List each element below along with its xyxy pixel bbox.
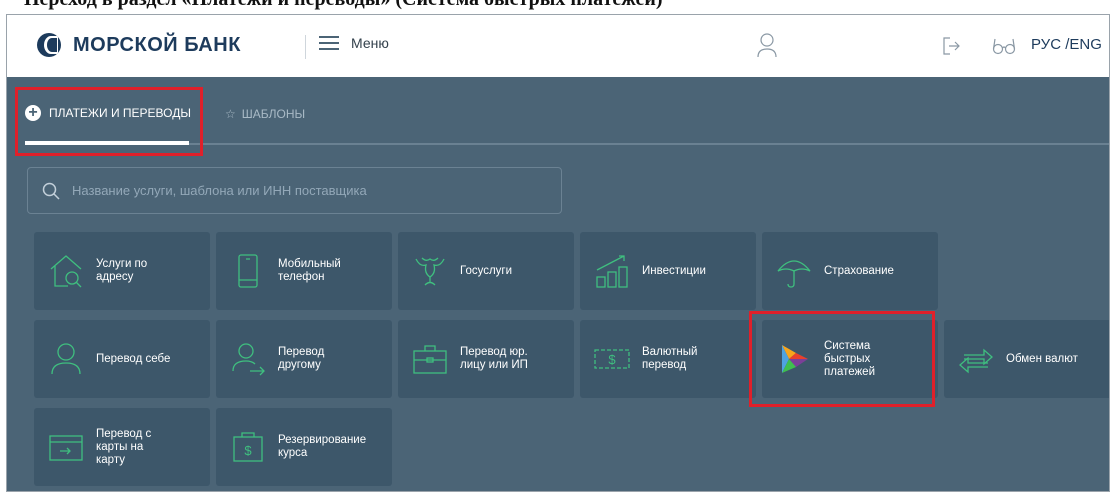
svg-text:$: $ <box>244 443 252 458</box>
language-switch[interactable]: РУС /ENG <box>1031 36 1102 53</box>
tab-payments-transfers[interactable]: + ПЛАТЕЖИ И ПЕРЕВОДЫ <box>25 105 191 121</box>
search-icon <box>42 182 60 200</box>
active-tab-indicator <box>25 141 189 145</box>
service-tile-sbp[interactable]: Система быстрых платежей <box>762 320 938 398</box>
service-tile-gosuslugi[interactable]: Госуслуги <box>398 232 574 310</box>
user-transfer-icon <box>232 343 265 376</box>
dollar-wallet-icon: $ <box>233 432 263 462</box>
umbrella-icon <box>777 260 811 288</box>
exchange-arrows-icon <box>959 348 993 374</box>
menu-label: Меню <box>351 35 389 51</box>
emblem-icon <box>415 257 445 286</box>
tab-label: ПЛАТЕЖИ И ПЕРЕВОДЫ <box>49 106 191 120</box>
tile-label: Перевод с карты на карту <box>96 427 152 466</box>
logout-icon[interactable] <box>943 37 961 55</box>
sbp-logo-icon <box>782 345 808 373</box>
tile-label: Страхование <box>824 264 894 277</box>
divider <box>305 35 306 59</box>
service-tile-insurance[interactable]: Страхование <box>762 232 938 310</box>
logo-icon <box>37 33 61 57</box>
service-tile-card-to-card[interactable]: Перевод с карты на карту <box>34 408 210 486</box>
tile-label: Валютный перевод <box>642 346 698 371</box>
search-input[interactable] <box>70 182 554 199</box>
house-search-icon <box>50 255 82 288</box>
service-tile-self-transfer[interactable]: Перевод себе <box>34 320 210 398</box>
top-bar: МОРСКОЙ БАНК Меню РУС /ENG <box>7 15 1109 78</box>
tab-templates[interactable]: ☆ ШАБЛОНЫ <box>225 107 305 121</box>
user-icon[interactable] <box>756 32 778 58</box>
search-box[interactable] <box>27 167 562 214</box>
tile-label: Перевод юр. лицу или ИП <box>460 346 528 371</box>
tile-label: Мобильный телефон <box>278 258 341 283</box>
tile-label: Инвестиции <box>642 264 706 277</box>
banknote-icon: $ <box>594 349 630 369</box>
briefcase-icon <box>413 345 447 374</box>
service-tile-rate-reservation[interactable]: $ Резервирование курса <box>216 408 392 486</box>
tile-label: Система быстрых платежей <box>824 339 875 378</box>
app-window: МОРСКОЙ БАНК Меню РУС /ENG + ПЛАТЕЖИ И П… <box>6 14 1110 492</box>
accessibility-glasses-icon[interactable] <box>992 37 1016 55</box>
service-tile-mobile[interactable]: Мобильный телефон <box>216 232 392 310</box>
tile-label: Обмен валют <box>1006 352 1078 365</box>
smartphone-icon <box>238 254 258 288</box>
svg-text:$: $ <box>608 352 616 367</box>
star-icon: ☆ <box>225 107 236 121</box>
service-tile-currency-transfer[interactable]: $ Валютный перевод <box>580 320 756 398</box>
service-tile-transfer-other[interactable]: Перевод другому <box>216 320 392 398</box>
tab-bar: + ПЛАТЕЖИ И ПЕРЕВОДЫ ☆ ШАБЛОНЫ <box>7 77 1109 149</box>
menu-button[interactable]: Меню <box>319 35 389 51</box>
figure-caption: Переход в раздел «Платежи и переводы» (С… <box>0 0 1118 14</box>
tile-label: Перевод другому <box>278 346 325 371</box>
card-transfer-icon <box>49 435 83 461</box>
tile-label: Услуги по адресу <box>96 258 148 283</box>
tile-label: Госуслуги <box>460 264 513 277</box>
service-tile-business-transfer[interactable]: Перевод юр. лицу или ИП <box>398 320 574 398</box>
hamburger-icon <box>319 36 339 50</box>
user-icon <box>51 343 81 375</box>
tile-label: Перевод себе <box>96 352 171 365</box>
tile-label: Резервирование курса <box>278 434 367 459</box>
tab-label: ШАБЛОНЫ <box>241 107 306 121</box>
service-tile-investments[interactable]: Инвестиции <box>580 232 756 310</box>
plus-circle-icon: + <box>25 105 41 121</box>
logo-text: МОРСКОЙ БАНК <box>73 33 241 56</box>
growth-chart-icon <box>596 255 628 288</box>
bank-logo[interactable]: МОРСКОЙ БАНК <box>37 33 241 57</box>
service-tile-address[interactable]: Услуги по адресу <box>34 232 210 310</box>
service-tile-currency-exchange[interactable]: Обмен валют <box>944 320 1109 398</box>
